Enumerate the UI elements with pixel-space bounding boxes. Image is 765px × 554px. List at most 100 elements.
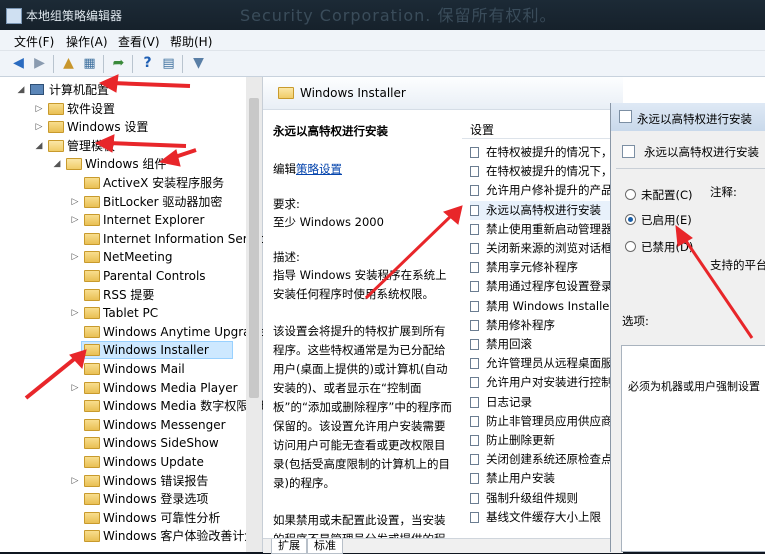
tree-node-label: Windows Messenger: [103, 417, 226, 432]
edit-prefix: 编辑: [273, 162, 296, 176]
folder-icon: [84, 195, 100, 208]
setting-item[interactable]: 允许管理员从远程桌面服: [470, 354, 613, 373]
menu-bar: 文件(F) 操作(A) 查看(V) 帮助(H): [0, 30, 765, 51]
window-title: 本地组策略编辑器: [26, 9, 123, 23]
tree-node[interactable]: ▷ Windows Media Player: [72, 379, 246, 397]
radio-not-configured-label[interactable]: 未配置(C): [641, 187, 693, 203]
setting-item[interactable]: 防止非管理员应用供应商: [470, 412, 613, 431]
setting-item[interactable]: 防止删除更新: [470, 431, 610, 450]
menu-help[interactable]: 帮助(H): [170, 33, 212, 50]
dialog-title: 永远以高特权进行安装: [637, 112, 752, 126]
tree-node-label: RSS 提要: [103, 287, 155, 302]
tree-node[interactable]: ▷ Tablet PC: [72, 304, 246, 322]
expand-arrow-icon[interactable]: ▷: [34, 100, 44, 118]
tree-node[interactable]: Windows Installer: [72, 341, 246, 360]
setting-item-label: 防止非管理员应用供应商: [486, 413, 613, 428]
collapse-arrow-icon[interactable]: ◢: [34, 137, 44, 155]
tree-node[interactable]: Windows Anytime Upgrade: [72, 323, 266, 341]
edit-policy-link[interactable]: 策略设置: [296, 162, 342, 176]
radio-enabled[interactable]: [625, 214, 636, 225]
tree-node[interactable]: Windows Messenger: [72, 416, 246, 434]
folder-icon: [84, 270, 100, 282]
tree-scrollbar-thumb[interactable]: [249, 98, 259, 398]
supported-platform-label: 支持的平台: [710, 258, 765, 272]
menu-file[interactable]: 文件(F): [14, 33, 54, 50]
setting-item[interactable]: 关闭创建系统还原检查点: [470, 450, 613, 469]
expand-arrow-icon[interactable]: ▷: [70, 248, 80, 266]
folder-icon: [84, 381, 100, 394]
properties-icon[interactable]: ▤: [160, 55, 177, 72]
setting-item[interactable]: 禁用通过程序包设置登录: [470, 277, 613, 296]
help-text-box: [621, 345, 765, 552]
tree-node[interactable]: ActiveX 安装程序服务: [72, 174, 246, 192]
back-arrow-icon[interactable]: ◀: [10, 55, 27, 72]
forward-arrow-icon[interactable]: ▶: [31, 55, 48, 72]
tree-node[interactable]: Internet Information Services: [72, 230, 278, 248]
tree-node[interactable]: ▷ Windows 错误报告: [72, 472, 246, 490]
tree-node-label: Windows Update: [103, 455, 204, 469]
tree-node[interactable]: ▷ Internet Explorer: [72, 211, 246, 229]
setting-item[interactable]: 日志记录: [470, 393, 610, 412]
policy-setting-icon: [470, 147, 479, 158]
setting-item[interactable]: 基线文件缓存大小上限: [470, 508, 610, 527]
up-folder-icon[interactable]: ▲: [60, 55, 77, 72]
tree-node-label: Windows Media Player: [103, 380, 238, 395]
settings-column-header[interactable]: 设置: [462, 118, 612, 139]
radio-disabled[interactable]: [625, 241, 636, 252]
expand-arrow-icon[interactable]: ▷: [70, 379, 80, 397]
tree-node[interactable]: ▷ 软件设置: [36, 100, 246, 118]
setting-item[interactable]: 强制升级组件规则: [470, 489, 610, 508]
expand-arrow-icon[interactable]: ▷: [34, 118, 44, 136]
tree-node-label: Windows SideShow: [103, 436, 219, 451]
tree-node[interactable]: Windows 客户体验改善计划: [72, 527, 256, 545]
tree-node[interactable]: Windows SideShow: [72, 434, 246, 452]
folder-icon: [278, 87, 294, 99]
tree-node-label: NetMeeting: [103, 250, 173, 265]
show-tree-icon[interactable]: ▦: [81, 55, 98, 72]
setting-item[interactable]: 禁用 Windows Installer: [470, 297, 614, 316]
help-icon[interactable]: ?: [139, 55, 156, 72]
folder-icon: [84, 530, 100, 543]
tree-node[interactable]: Windows 登录选项: [72, 490, 246, 508]
setting-item[interactable]: 在特权被提升的情况下，: [470, 143, 613, 162]
tree-node[interactable]: Windows 可靠性分析: [72, 509, 246, 527]
setting-item-label: 在特权被提升的情况下，: [486, 164, 613, 179]
setting-item[interactable]: 禁用修补程序: [470, 316, 610, 335]
collapse-arrow-icon[interactable]: ◢: [16, 81, 26, 99]
tree-node[interactable]: Windows Mail: [72, 360, 246, 378]
tree-node[interactable]: ▷ Windows 设置: [36, 118, 246, 136]
setting-item[interactable]: 关闭新来源的浏览对话框: [470, 239, 613, 258]
setting-item[interactable]: 在特权被提升的情况下，: [470, 162, 613, 181]
tree-node[interactable]: Windows Update: [72, 453, 246, 471]
expand-arrow-icon[interactable]: ▷: [70, 472, 80, 490]
export-list-icon[interactable]: ➦: [110, 55, 127, 72]
filter-icon[interactable]: ▼: [190, 55, 207, 72]
setting-item[interactable]: 允许用户对安装进行控制: [470, 373, 613, 392]
tree-node[interactable]: ◢ 管理模板: [36, 137, 246, 155]
setting-item[interactable]: 禁止用户安装: [470, 469, 610, 488]
setting-item[interactable]: 禁用享元修补程序: [470, 258, 610, 277]
menu-view[interactable]: 查看(V): [118, 33, 160, 50]
menu-action[interactable]: 操作(A): [66, 33, 108, 50]
folder-icon: [84, 418, 100, 431]
radio-checked-dot: [628, 217, 633, 222]
tree-node[interactable]: RSS 提要: [72, 286, 246, 304]
expand-arrow-icon[interactable]: ▷: [70, 193, 80, 211]
tree-node[interactable]: Windows Media 数字权限管理: [72, 397, 272, 415]
collapse-arrow-icon[interactable]: ◢: [52, 155, 62, 173]
setting-item[interactable]: 禁用回滚: [470, 335, 610, 354]
tree-node[interactable]: ◢ Windows 组件: [54, 155, 246, 173]
setting-item[interactable]: 永远以高特权进行安装: [470, 200, 610, 220]
radio-disabled-label[interactable]: 已禁用(D): [641, 239, 693, 255]
tree-node[interactable]: ◢ 计算机配置: [18, 81, 246, 99]
tree-node[interactable]: Parental Controls: [72, 267, 246, 285]
tree-node[interactable]: ▷ BitLocker 驱动器加密: [72, 193, 246, 211]
setting-item[interactable]: 禁止使用重新启动管理器: [470, 220, 613, 239]
tree-node[interactable]: ▷ NetMeeting: [72, 248, 246, 266]
radio-enabled-label[interactable]: 已启用(E): [641, 212, 692, 228]
expand-arrow-icon[interactable]: ▷: [70, 304, 80, 322]
setting-item[interactable]: 允许用户修补提升的产品: [470, 181, 613, 200]
expand-arrow-icon[interactable]: ▷: [70, 211, 80, 229]
radio-not-configured[interactable]: [625, 189, 636, 200]
setting-item-label: 关闭新来源的浏览对话框: [486, 241, 613, 255]
